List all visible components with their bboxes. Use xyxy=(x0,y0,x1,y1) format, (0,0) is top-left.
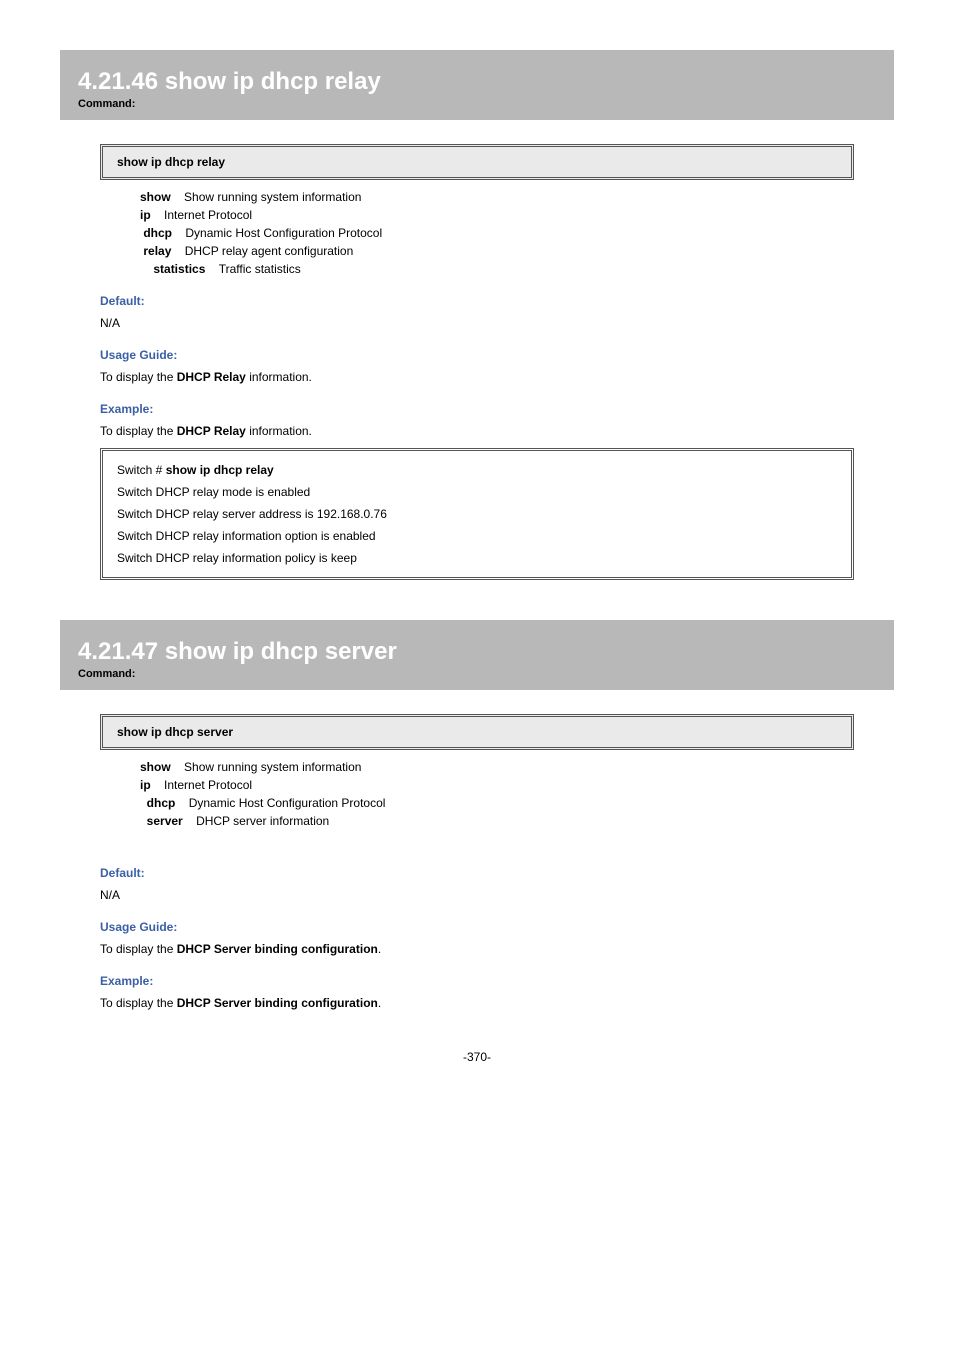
section-title: 4.21.47 show ip dhcp server xyxy=(78,638,876,666)
output-line: Switch DHCP relay information policy is … xyxy=(111,547,843,569)
param-term: ip xyxy=(140,778,151,792)
param-desc: DHCP relay agent configuration xyxy=(185,244,354,258)
param-term: relay xyxy=(143,244,171,258)
param-term: dhcp xyxy=(147,796,176,810)
param-line: ip Internet Protocol xyxy=(140,778,854,792)
param-term: ip xyxy=(140,208,151,222)
param-desc: DHCP server information xyxy=(196,814,329,828)
param-desc: Show running system information xyxy=(184,760,361,774)
default-label: Default: xyxy=(100,294,854,308)
text: To display the xyxy=(100,370,177,384)
usage-guide-text: To display the DHCP Relay information. xyxy=(100,370,854,384)
section-header: 4.21.47 show ip dhcp server Command: xyxy=(60,620,894,690)
param-term: statistics xyxy=(153,262,205,276)
section-title: 4.21.46 show ip dhcp relay xyxy=(78,68,876,96)
param-desc: Dynamic Host Configuration Protocol xyxy=(189,796,386,810)
param-term: show xyxy=(140,190,171,204)
param-line: dhcp Dynamic Host Configuration Protocol xyxy=(140,796,854,810)
default-label: Default: xyxy=(100,866,854,880)
param-line: relay DHCP relay agent configuration xyxy=(140,244,854,258)
text: . xyxy=(378,996,381,1010)
param-term: dhcp xyxy=(143,226,172,240)
param-desc: Show running system information xyxy=(184,190,361,204)
param-line: statistics Traffic statistics xyxy=(140,262,854,276)
output-line: Switch DHCP relay server address is 192.… xyxy=(111,503,843,525)
output-line: Switch DHCP relay mode is enabled xyxy=(111,481,843,503)
param-desc: Internet Protocol xyxy=(164,208,252,222)
section-content: show ip dhcp server show Show running sy… xyxy=(100,714,854,1010)
section-content: show ip dhcp relay show Show running sys… xyxy=(100,144,854,580)
section-subtitle: Command: xyxy=(78,98,876,110)
section-subtitle: Command: xyxy=(78,668,876,680)
usage-guide-label: Usage Guide: xyxy=(100,920,854,934)
param-desc: Dynamic Host Configuration Protocol xyxy=(185,226,382,240)
text: Switch # xyxy=(117,463,166,477)
text-bold: DHCP Server binding configuration xyxy=(177,942,378,956)
text-bold: DHCP Relay xyxy=(177,370,246,384)
param-line: show Show running system information xyxy=(140,760,854,774)
example-label: Example: xyxy=(100,402,854,416)
param-line: dhcp Dynamic Host Configuration Protocol xyxy=(140,226,854,240)
example-text: To display the DHCP Server binding confi… xyxy=(100,996,854,1010)
page-number: -370- xyxy=(0,1050,954,1064)
output-line: Switch # show ip dhcp relay xyxy=(111,459,843,481)
param-term: show xyxy=(140,760,171,774)
param-desc: Internet Protocol xyxy=(164,778,252,792)
text: information. xyxy=(246,424,312,438)
default-value: N/A xyxy=(100,316,854,330)
param-desc: Traffic statistics xyxy=(219,262,301,276)
output-command: show ip dhcp relay xyxy=(166,463,274,477)
text: . xyxy=(378,942,381,956)
usage-guide-text: To display the DHCP Server binding confi… xyxy=(100,942,854,956)
output-line: Switch DHCP relay information option is … xyxy=(111,525,843,547)
text: To display the xyxy=(100,942,177,956)
text: To display the xyxy=(100,424,177,438)
param-term: server xyxy=(147,814,183,828)
param-line: ip Internet Protocol xyxy=(140,208,854,222)
command-box: show ip dhcp server xyxy=(100,714,854,750)
section-header: 4.21.46 show ip dhcp relay Command: xyxy=(60,50,894,120)
param-line: show Show running system information xyxy=(140,190,854,204)
text-bold: DHCP Relay xyxy=(177,424,246,438)
command-box: show ip dhcp relay xyxy=(100,144,854,180)
usage-guide-label: Usage Guide: xyxy=(100,348,854,362)
text: information. xyxy=(246,370,312,384)
output-box: Switch # show ip dhcp relay Switch DHCP … xyxy=(100,448,854,580)
default-value: N/A xyxy=(100,888,854,902)
example-text: To display the DHCP Relay information. xyxy=(100,424,854,438)
param-line: server DHCP server information xyxy=(140,814,854,828)
text: To display the xyxy=(100,996,177,1010)
example-label: Example: xyxy=(100,974,854,988)
text-bold: DHCP Server binding configuration xyxy=(177,996,378,1010)
